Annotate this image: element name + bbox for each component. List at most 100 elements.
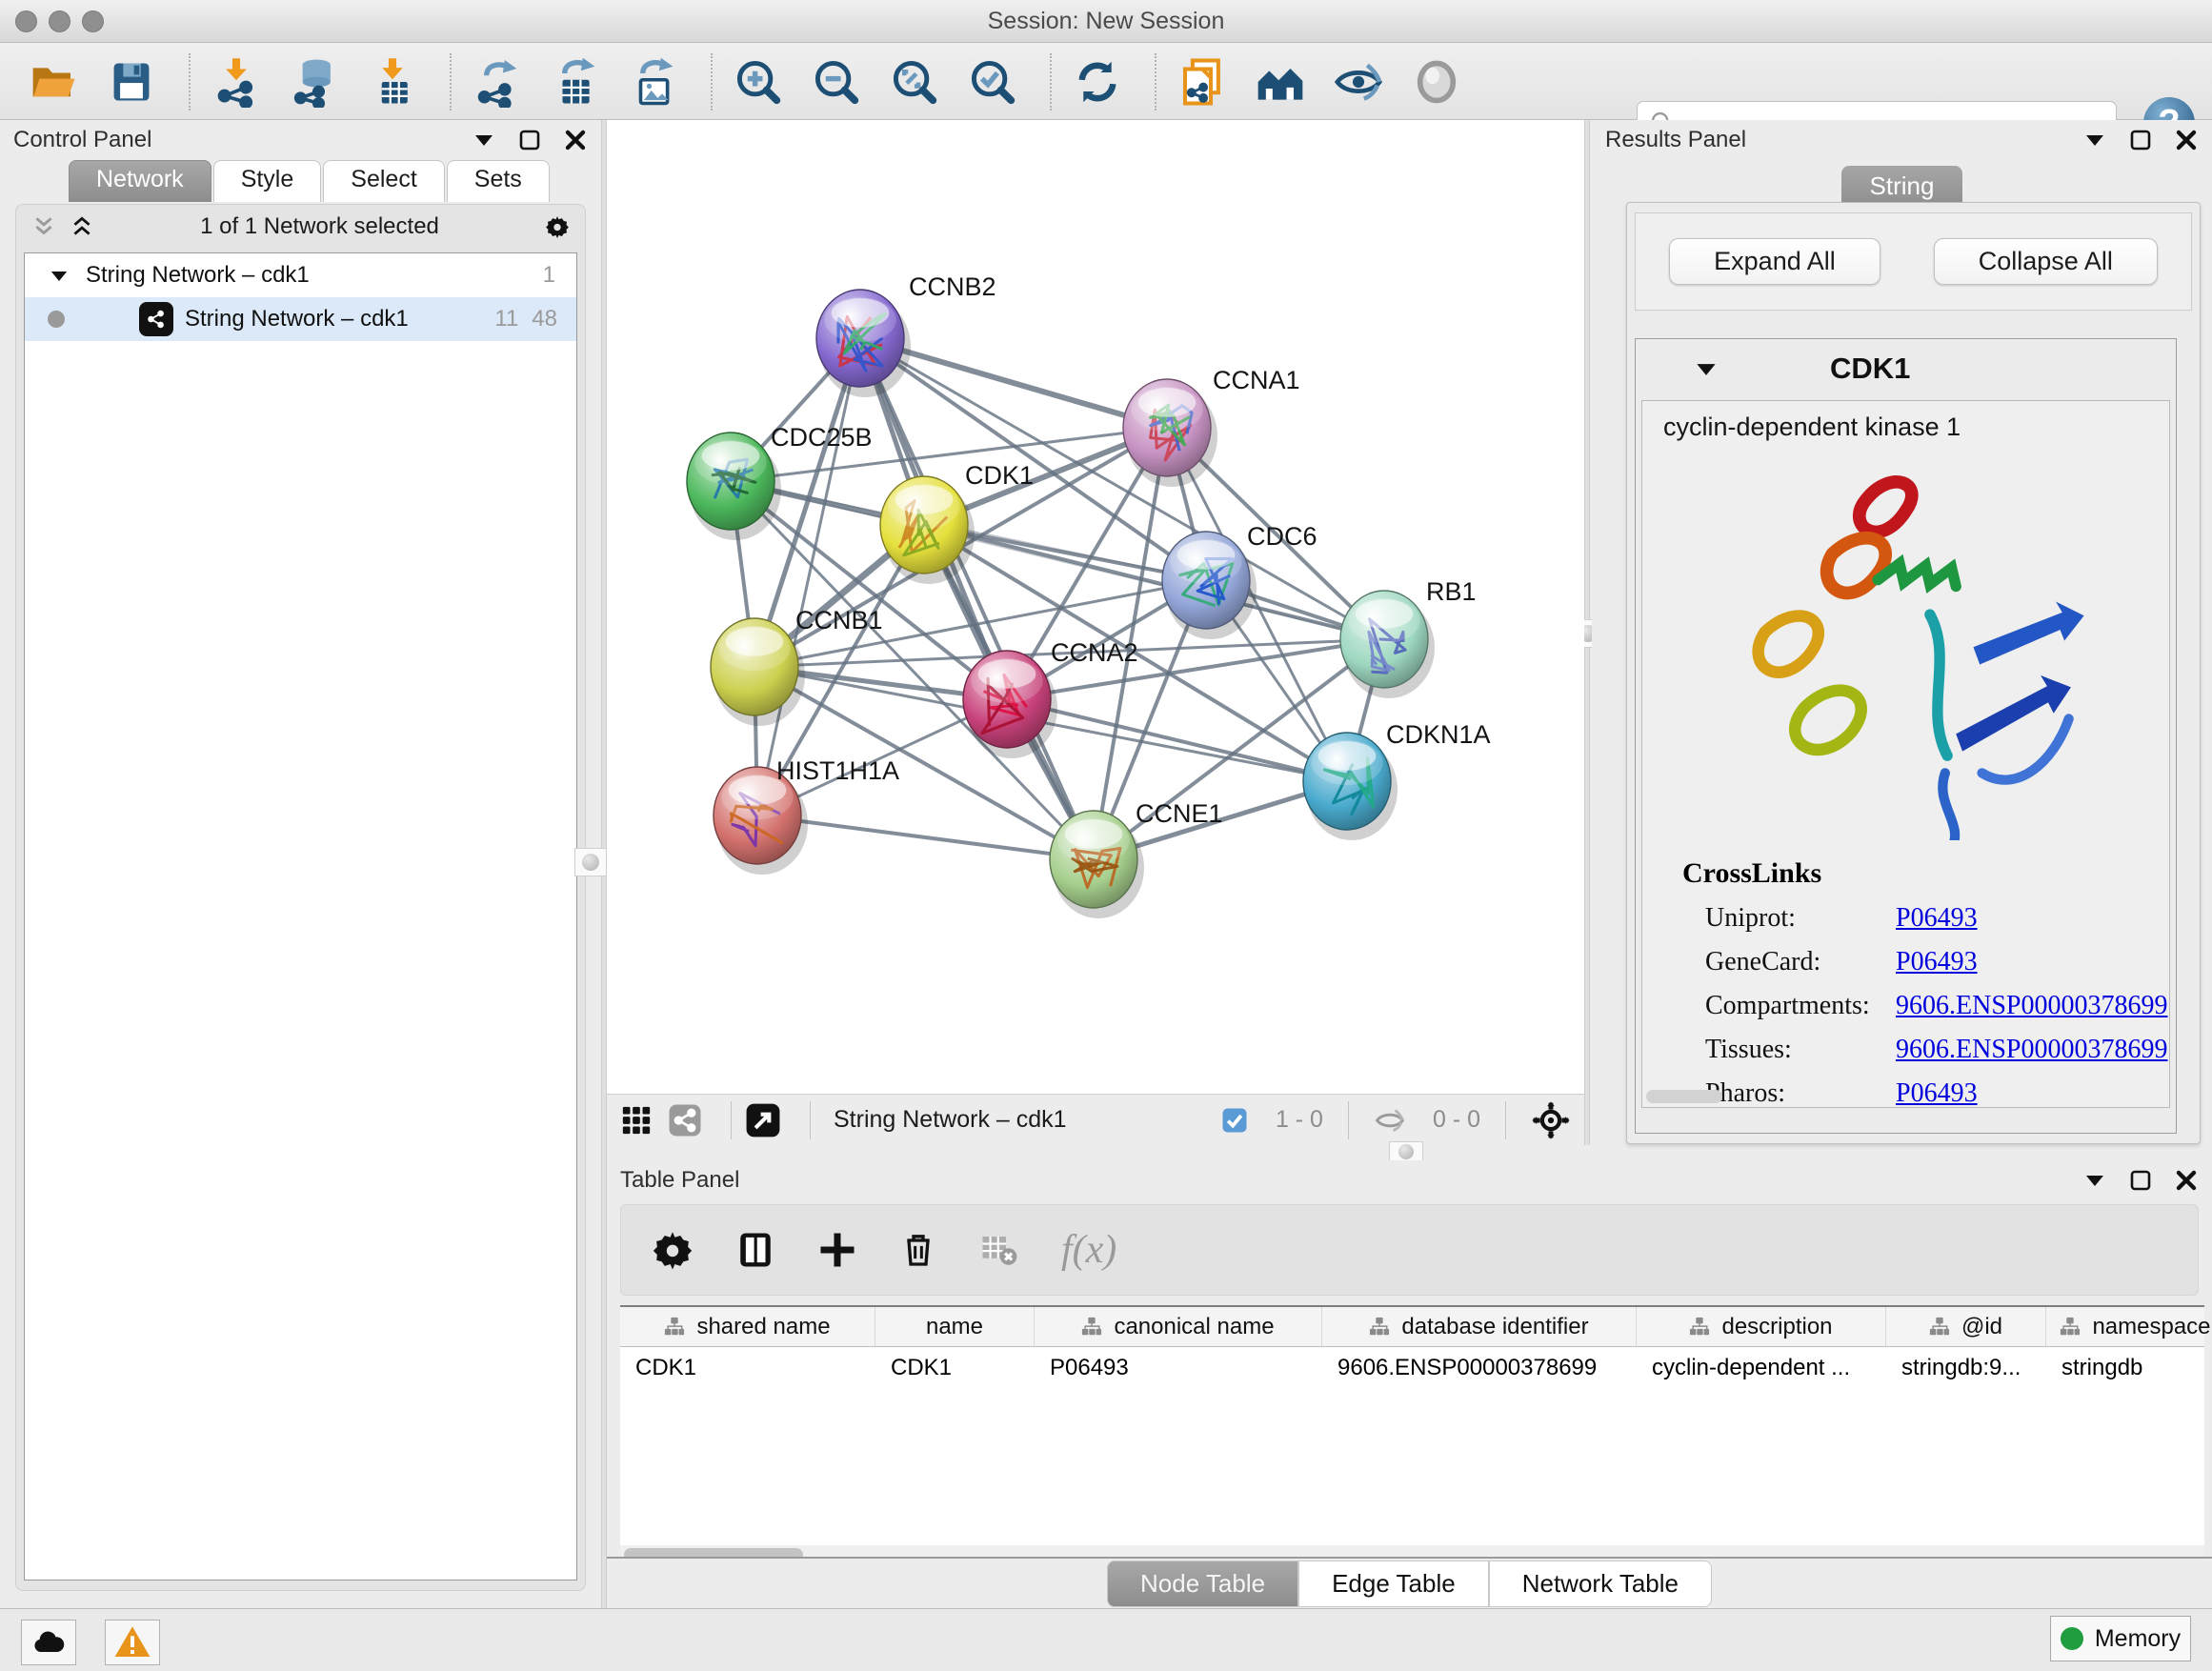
first-neighbors-button[interactable]	[1254, 55, 1307, 109]
save-session-button[interactable]	[105, 55, 158, 109]
table-settings-gear-icon[interactable]	[652, 1229, 694, 1271]
column-header-description[interactable]: description	[1637, 1307, 1886, 1346]
crosslink-link[interactable]: 9606.ENSP00000378699	[1896, 1035, 2167, 1065]
tab-select[interactable]: Select	[323, 160, 444, 202]
selected-checkbox-icon[interactable]	[1220, 1106, 1249, 1135]
network-canvas[interactable]: CCNB2CCNA1CDC25BCDK1CDC6RB1CCNB1CCNA2CDK…	[607, 120, 1584, 1094]
share-view-icon[interactable]	[668, 1103, 702, 1137]
table-cell[interactable]: cyclin-dependent ...	[1637, 1347, 1886, 1389]
crosslink-link[interactable]: P06493	[1896, 903, 1978, 934]
table-cell[interactable]: CDK1	[875, 1347, 1035, 1389]
gene-section: CDK1 cyclin-dependent kinase 1	[1635, 338, 2177, 1134]
column-header-sharedname[interactable]: shared name	[620, 1307, 875, 1346]
network-node-CDK1[interactable]	[880, 476, 975, 584]
tab-network[interactable]: Network	[69, 160, 211, 202]
crosslinks-heading: CrossLinks	[1682, 857, 2169, 890]
gene-collapse-icon[interactable]	[1695, 362, 1718, 376]
crosslink-row: Tissues:9606.ENSP00000378699	[1705, 1035, 2169, 1065]
grid-view-icon[interactable]	[620, 1104, 653, 1137]
collapse-all-icon[interactable]	[31, 214, 56, 239]
network-collection-row[interactable]: String Network – cdk1 1	[25, 253, 576, 297]
fit-content-button[interactable]	[888, 55, 941, 109]
pan-crosshair-icon[interactable]	[1531, 1100, 1571, 1140]
cloud-button[interactable]	[21, 1620, 76, 1665]
network-node-CDC6[interactable]	[1162, 532, 1257, 639]
import-network-file-button[interactable]	[210, 55, 263, 109]
gene-header[interactable]: CDK1	[1636, 339, 2176, 398]
show-columns-icon[interactable]	[735, 1229, 775, 1271]
panel-menu-icon[interactable]	[2082, 1168, 2107, 1193]
zoom-out-button[interactable]	[810, 55, 863, 109]
hide-graphics-button[interactable]	[1332, 55, 1385, 109]
network-view-toolbar: String Network – cdk1 1 - 0 0 - 0	[607, 1094, 1584, 1145]
table-row[interactable]: CDK1CDK1P064939606.ENSP00000378699cyclin…	[620, 1347, 2204, 1389]
zoom-selected-button[interactable]	[966, 55, 1019, 109]
delete-column-icon[interactable]	[899, 1229, 937, 1271]
expand-all-icon[interactable]	[70, 214, 94, 239]
detach-view-icon[interactable]	[745, 1102, 781, 1138]
tab-node-table[interactable]: Node Table	[1107, 1560, 1298, 1607]
export-network-button[interactable]	[471, 55, 524, 109]
selected-counts: 1 - 0	[1276, 1106, 1323, 1134]
export-image-button[interactable]	[627, 55, 680, 109]
warnings-button[interactable]	[105, 1620, 160, 1665]
network-node-CDKN1A[interactable]	[1303, 733, 1398, 840]
table-cell[interactable]: stringdb:9...	[1886, 1347, 2046, 1389]
column-header-canonicalname[interactable]: canonical name	[1035, 1307, 1322, 1346]
table-cell[interactable]: CDK1	[620, 1347, 875, 1389]
import-network-database-button[interactable]	[288, 55, 341, 109]
network-node-CCNA1[interactable]	[1123, 379, 1217, 487]
open-session-button[interactable]	[27, 55, 80, 109]
panel-float-icon[interactable]	[2128, 1168, 2153, 1193]
collection-expand-icon[interactable]	[50, 270, 69, 282]
table-tabs: Node TableEdge TableNetwork Table	[607, 1557, 2212, 1606]
panel-menu-icon[interactable]	[2082, 128, 2107, 152]
network-edge[interactable]	[1007, 699, 1347, 781]
table-cell[interactable]: 9606.ENSP00000378699	[1322, 1347, 1637, 1389]
network-edge[interactable]	[757, 338, 860, 815]
bottom-splitter-handle[interactable]	[1389, 1141, 1423, 1162]
column-header-name[interactable]: name	[875, 1307, 1035, 1346]
network-row[interactable]: String Network – cdk1 11 48	[25, 297, 576, 341]
network-options-gear-icon[interactable]	[545, 214, 570, 239]
memory-button[interactable]: Memory	[2050, 1616, 2191, 1661]
collapse-all-button[interactable]: Collapse All	[1934, 238, 2158, 285]
expand-all-button[interactable]: Expand All	[1669, 238, 1880, 285]
crosslink-link[interactable]: P06493	[1896, 1078, 1978, 1108]
main-toolbar: ?	[0, 44, 2212, 120]
clone-network-button[interactable]	[1176, 55, 1229, 109]
panel-float-icon[interactable]	[517, 128, 542, 152]
export-table-button[interactable]	[549, 55, 602, 109]
panel-float-icon[interactable]	[2128, 128, 2153, 152]
node-label: CCNB2	[909, 272, 996, 301]
network-node-CCNB2[interactable]	[816, 290, 911, 397]
network-node-CDC25B[interactable]	[687, 433, 781, 540]
zoom-in-button[interactable]	[732, 55, 785, 109]
add-column-icon[interactable]	[817, 1229, 857, 1271]
column-header-id[interactable]: @id	[1886, 1307, 2046, 1346]
birdseye-view-button[interactable]	[1410, 55, 1463, 109]
apply-layout-button[interactable]	[1071, 55, 1124, 109]
left-splitter-handle[interactable]	[574, 848, 607, 876]
panel-close-icon[interactable]	[563, 128, 588, 152]
column-header-databaseidentifier[interactable]: database identifier	[1322, 1307, 1637, 1346]
export-network-icon	[472, 56, 523, 108]
tab-network-table[interactable]: Network Table	[1489, 1560, 1712, 1607]
table-cell[interactable]: stringdb	[2046, 1347, 2212, 1389]
column-header-namespace[interactable]: namespace	[2046, 1307, 2212, 1346]
results-scrollbar[interactable]	[1646, 1090, 1722, 1103]
tab-style[interactable]: Style	[213, 160, 322, 202]
import-table-button[interactable]	[366, 55, 419, 109]
network-node-RB1[interactable]	[1340, 591, 1435, 698]
tab-sets[interactable]: Sets	[447, 160, 550, 202]
network-node-CCNE1[interactable]	[1050, 811, 1144, 918]
network-node-CCNA2[interactable]	[963, 651, 1057, 758]
table-cell[interactable]: P06493	[1035, 1347, 1322, 1389]
panel-close-icon[interactable]	[2174, 128, 2199, 152]
panel-close-icon[interactable]	[2174, 1168, 2199, 1193]
toolbar-separator	[1155, 53, 1156, 111]
panel-menu-icon[interactable]	[472, 128, 496, 152]
tab-edge-table[interactable]: Edge Table	[1298, 1560, 1489, 1607]
crosslink-link[interactable]: 9606.ENSP00000378699	[1896, 991, 2167, 1021]
crosslink-link[interactable]: P06493	[1896, 947, 1978, 977]
